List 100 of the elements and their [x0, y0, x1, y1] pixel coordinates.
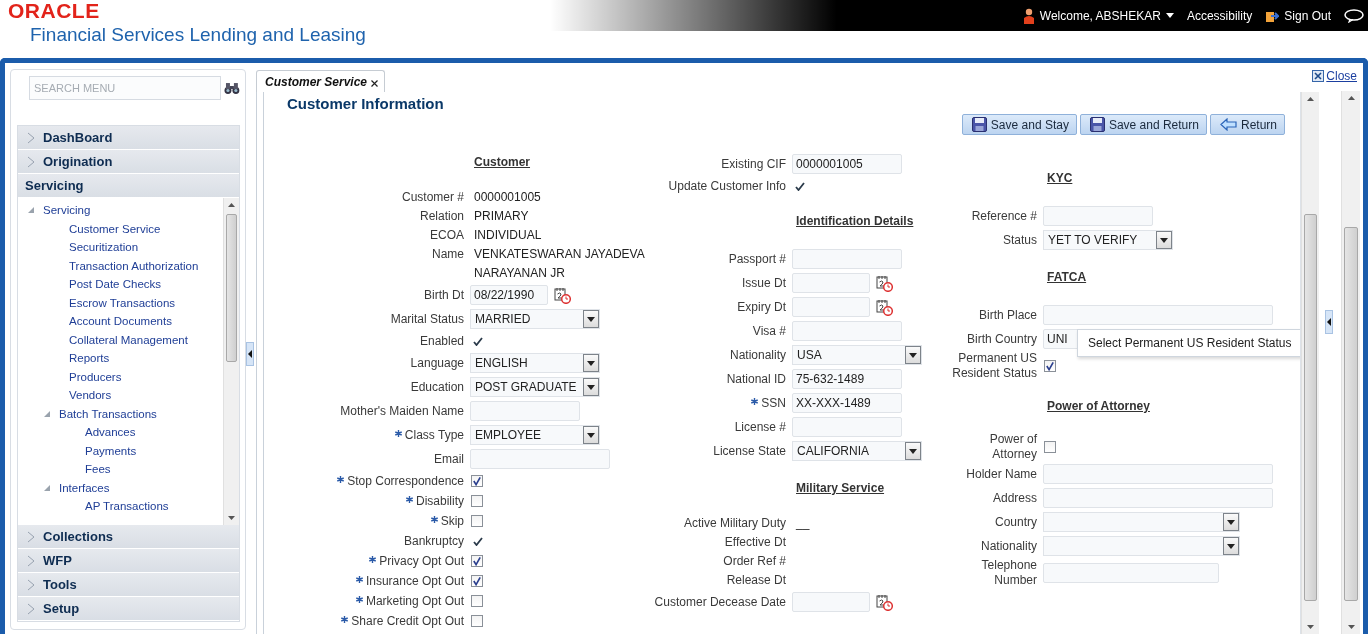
calendar-icon[interactable] — [876, 298, 893, 316]
caret-icon[interactable] — [909, 448, 917, 454]
caret-icon[interactable] — [1160, 237, 1168, 243]
chat-icon[interactable] — [1344, 8, 1364, 23]
action-button[interactable]: Return — [1209, 114, 1285, 135]
dropdown[interactable] — [1043, 512, 1240, 532]
checkbox[interactable] — [1044, 360, 1056, 372]
tree-item[interactable]: Transaction Authorization — [69, 259, 199, 272]
input-field[interactable] — [1043, 464, 1273, 484]
input-field[interactable]: 75-632-1489 — [792, 369, 902, 389]
input-field[interactable] — [1043, 488, 1273, 508]
accordion-header[interactable]: Tools — [18, 573, 239, 597]
accordion-header[interactable]: WFP — [18, 549, 239, 573]
dropdown[interactable]: CALIFORNIA — [792, 441, 922, 461]
tree-item[interactable]: Account Documents — [69, 315, 172, 328]
scroll-up-icon[interactable] — [1347, 96, 1355, 100]
input-field[interactable] — [1043, 563, 1219, 583]
date-field[interactable] — [792, 592, 870, 612]
checkbox[interactable] — [471, 615, 483, 627]
caret-icon[interactable] — [1327, 318, 1331, 326]
caret-icon[interactable] — [587, 432, 595, 438]
dropdown[interactable]: POST GRADUATE — [470, 377, 600, 397]
user-menu[interactable]: Welcome, ABSHEKAR — [1039, 8, 1161, 23]
scrollbar[interactable] — [1341, 91, 1360, 634]
tree-item[interactable]: Post Date Checks — [69, 278, 162, 291]
accordion-header[interactable]: Origination — [18, 150, 239, 174]
accessibility-link[interactable]: Accessibility — [1186, 8, 1253, 23]
scroll-down-icon[interactable] — [228, 516, 235, 520]
calendar-icon[interactable] — [876, 593, 893, 611]
caret-icon[interactable] — [909, 352, 917, 358]
checkbox[interactable] — [471, 495, 483, 507]
accordion-header[interactable]: DashBoard — [18, 126, 239, 150]
dropdown[interactable]: MARRIED — [470, 309, 600, 329]
caret-icon[interactable] — [1227, 543, 1235, 549]
tree-item[interactable]: Batch Transactions — [59, 407, 157, 420]
close-icon[interactable] — [1312, 70, 1325, 82]
caret-icon[interactable] — [1165, 12, 1174, 19]
tree-item[interactable]: Escrow Transactions — [69, 296, 176, 309]
dropdown[interactable]: USA — [792, 345, 922, 365]
tab[interactable]: Customer Service — [256, 70, 386, 92]
input-field[interactable]: XX-XXX-1489 — [792, 393, 902, 413]
dropdown[interactable]: ENGLISH — [470, 353, 600, 373]
expand-icon[interactable] — [27, 206, 35, 215]
sign-out-link[interactable]: Sign Out — [1284, 8, 1331, 23]
close-link[interactable]: Close — [1326, 69, 1357, 83]
date-field[interactable]: 08/22/1990 — [470, 285, 548, 305]
action-button[interactable]: Save and Return — [1079, 114, 1207, 135]
expand-icon[interactable] — [43, 409, 51, 418]
collapse-handle[interactable] — [246, 341, 254, 366]
input-field[interactable] — [792, 321, 902, 341]
tree-item[interactable]: Customer Service — [69, 222, 161, 235]
scroll-up-icon[interactable] — [228, 203, 235, 207]
expand-icon[interactable] — [43, 483, 51, 492]
tree-item[interactable]: Producers — [69, 370, 122, 383]
tree-item[interactable]: Vendors — [69, 389, 112, 402]
tree-item[interactable]: Interfaces — [59, 481, 110, 494]
action-button[interactable]: Save and Stay — [961, 114, 1077, 135]
tree-item[interactable]: Payments — [85, 444, 137, 457]
close-icon[interactable] — [371, 80, 379, 87]
tree-item[interactable]: Fees — [85, 463, 111, 476]
tree-item[interactable]: Advances — [85, 426, 136, 439]
calendar-icon[interactable] — [876, 274, 893, 292]
calendar-icon[interactable] — [554, 286, 571, 304]
caret-icon[interactable] — [248, 349, 252, 358]
caret-icon[interactable] — [587, 316, 595, 322]
scroll-down-icon[interactable] — [1347, 625, 1355, 629]
input-field[interactable] — [1043, 305, 1273, 325]
scrollbar[interactable] — [223, 198, 239, 525]
input-field[interactable] — [470, 449, 610, 469]
date-field[interactable] — [792, 273, 870, 293]
dropdown[interactable]: YET TO VERIFY — [1043, 230, 1173, 250]
scrollbar[interactable] — [1301, 92, 1319, 634]
binoculars-icon[interactable] — [224, 81, 240, 95]
tree-item[interactable]: Collateral Management — [69, 333, 188, 346]
input-field[interactable] — [792, 249, 902, 269]
caret-icon[interactable] — [587, 360, 595, 366]
caret-icon[interactable] — [587, 384, 595, 390]
tree-item[interactable]: AP Transactions — [85, 500, 169, 513]
accordion-header[interactable]: Setup — [18, 597, 239, 621]
input-field[interactable] — [792, 417, 902, 437]
checkbox[interactable] — [471, 475, 483, 487]
tree-item[interactable]: Servicing — [43, 204, 91, 217]
input-field[interactable]: 0000001005 — [792, 154, 902, 174]
search-field[interactable]: SEARCH MENU — [29, 76, 222, 100]
checkbox[interactable] — [471, 515, 483, 527]
tree-item[interactable]: Securitization — [69, 241, 139, 254]
caret-icon[interactable] — [1227, 519, 1235, 525]
tree-item[interactable]: Reports — [69, 352, 110, 365]
input-field[interactable] — [1043, 206, 1153, 226]
accordion-header[interactable]: Servicing — [18, 174, 239, 198]
accordion-header[interactable]: Collections — [18, 525, 239, 549]
input-field[interactable] — [470, 401, 580, 421]
date-field[interactable] — [792, 297, 870, 317]
checkbox[interactable] — [471, 595, 483, 607]
dropdown[interactable] — [1043, 536, 1240, 556]
dropdown[interactable]: EMPLOYEE — [470, 425, 600, 445]
collapse-handle[interactable] — [1325, 310, 1333, 334]
scroll-up-icon[interactable] — [1307, 97, 1314, 101]
back-arrow-icon[interactable] — [1219, 118, 1237, 131]
checkbox[interactable] — [471, 555, 483, 567]
